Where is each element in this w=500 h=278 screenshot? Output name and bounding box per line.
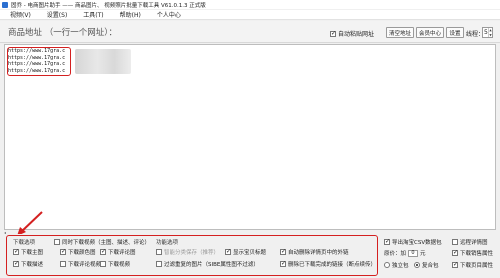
option-label: 下载视频 bbox=[108, 262, 131, 268]
option-label: 远程详情图 bbox=[460, 240, 488, 246]
url-highlight-annotation bbox=[7, 47, 71, 76]
option-label: 下载销售属性 bbox=[460, 251, 494, 257]
download-options-label: 下载选项 bbox=[13, 240, 36, 246]
option-label: 过滤重复的图片（SIBE属性图不过滤） bbox=[164, 262, 259, 268]
option-download-color[interactable]: 下载颜色图 bbox=[60, 248, 96, 256]
option-download-review-video[interactable]: 下载评论视频 bbox=[60, 260, 101, 268]
checkbox-icon[interactable] bbox=[100, 248, 106, 256]
auto-paste-checkbox[interactable]: 自动粘贴网址 bbox=[330, 29, 374, 38]
checkbox-icon[interactable] bbox=[13, 248, 19, 256]
radio-merged-package[interactable]: 复合包 bbox=[414, 261, 439, 269]
checkbox-icon[interactable] bbox=[384, 238, 390, 246]
option-label: 下载评论图 bbox=[108, 250, 136, 256]
price-unit: 元 bbox=[420, 251, 426, 257]
app-logo-icon bbox=[2, 1, 8, 8]
option-filter-duplicates[interactable]: 过滤重复的图片（SIBE属性图不过滤） bbox=[156, 260, 259, 268]
option-download-review-image[interactable]: 下载评论图 bbox=[100, 248, 136, 256]
option-remote-detail[interactable]: 远程详情图 bbox=[452, 238, 488, 246]
checkbox-icon[interactable] bbox=[156, 249, 162, 255]
price-input[interactable]: 0 bbox=[408, 249, 419, 257]
checkbox-icon[interactable] bbox=[330, 30, 336, 38]
url-input-heading: 商品地址 （一行一个网址）： bbox=[8, 28, 117, 38]
settings-button[interactable]: 设置 bbox=[446, 27, 464, 38]
checkbox-icon[interactable] bbox=[280, 248, 286, 256]
price-adjust: 原价：加 0 元 bbox=[384, 249, 426, 257]
option-label: 复合包 bbox=[422, 263, 439, 269]
toolbar: 商品地址 （一行一个网址）： 自动粘贴网址 清空地址 会员中心 设置 线程： 5… bbox=[0, 21, 500, 43]
option-label: 导出淘宝CSV数据包 bbox=[392, 240, 442, 246]
option-label: 下载评论视频 bbox=[68, 262, 102, 268]
option-remove-external-links[interactable]: 自动删除详情页中的外链 bbox=[280, 248, 349, 256]
checkbox-icon[interactable] bbox=[13, 260, 19, 268]
function-options-label: 功能选项 bbox=[156, 240, 179, 246]
option-label: 删除已下载完成的链接（断点续传） bbox=[288, 262, 377, 268]
checkbox-icon[interactable] bbox=[156, 261, 162, 267]
option-download-video[interactable]: 同时下载视频（主图、描述、评论） bbox=[54, 238, 150, 246]
threads-stepper[interactable]: 5 ▲ ▼ bbox=[482, 27, 493, 38]
menu-item-settings[interactable]: 设置(S) bbox=[41, 10, 74, 19]
option-show-title[interactable]: 显示宝贝标题 bbox=[225, 248, 266, 256]
auto-paste-label: 自动粘贴网址 bbox=[338, 31, 375, 38]
checkbox-icon[interactable] bbox=[225, 248, 231, 256]
menu-item-account[interactable]: 个人中心 bbox=[151, 10, 187, 19]
option-download-video-2[interactable]: 下载视频 bbox=[100, 260, 130, 268]
option-delete-finished-links[interactable]: 删除已下载完成的链接（断点续传） bbox=[280, 260, 376, 268]
option-label: 下载页目属性 bbox=[460, 263, 494, 269]
option-smart-save[interactable]: 智能分类保存（推荐） bbox=[156, 248, 219, 256]
checkbox-icon[interactable] bbox=[280, 260, 286, 268]
option-download-item-attributes[interactable]: 下载页目属性 bbox=[452, 261, 493, 269]
option-label: 下载颜色图 bbox=[68, 250, 96, 256]
menu-item-view[interactable]: 视频(V) bbox=[4, 10, 37, 19]
spin-arrows-icon[interactable]: ▲ ▼ bbox=[488, 28, 492, 37]
checkbox-icon[interactable] bbox=[54, 239, 60, 245]
checkbox-icon[interactable] bbox=[452, 261, 458, 269]
url-textarea[interactable]: https://www.17gra.c https://www.17gra.c … bbox=[4, 44, 496, 230]
checkbox-icon[interactable] bbox=[452, 249, 458, 257]
clear-urls-button[interactable]: 清空地址 bbox=[386, 27, 414, 38]
option-sale-attributes[interactable]: 下载销售属性 bbox=[452, 249, 493, 257]
member-center-button[interactable]: 会员中心 bbox=[416, 27, 444, 38]
checkbox-icon[interactable] bbox=[60, 248, 66, 256]
window-title: 固乔 - 电商图片助手 —— 商品图片、 视频照片批量下载工具 V61.0.1.… bbox=[11, 2, 206, 9]
blurred-region bbox=[75, 49, 131, 74]
radio-icon[interactable] bbox=[414, 262, 420, 268]
menu-bar: 视频(V) 设置(S) 工具(T) 帮助(H) 个人中心 bbox=[0, 10, 500, 20]
option-label: 下载描述 bbox=[21, 262, 44, 268]
option-label: 显示宝贝标题 bbox=[233, 250, 267, 256]
checkbox-icon[interactable] bbox=[100, 261, 106, 267]
checkbox-icon[interactable] bbox=[60, 261, 66, 267]
options-panel: 下载选项 下载主图 同时下载视频（主图、描述、评论） 下载颜色图 下载评论图 下… bbox=[0, 234, 500, 278]
option-download-main[interactable]: 下载主图 bbox=[13, 248, 43, 256]
option-label: 智能分类保存（推荐） bbox=[164, 250, 220, 256]
menu-item-tools[interactable]: 工具(T) bbox=[77, 10, 109, 19]
radio-separate-package[interactable]: 独立包 bbox=[384, 261, 409, 269]
option-label: 独立包 bbox=[392, 263, 409, 269]
option-label: 同时下载视频（主图、描述、评论） bbox=[62, 240, 151, 246]
option-download-desc[interactable]: 下载描述 bbox=[13, 260, 43, 268]
option-export-csv[interactable]: 导出淘宝CSV数据包 bbox=[384, 238, 442, 246]
option-label: 自动删除详情页中的外链 bbox=[288, 250, 349, 256]
price-label: 原价：加 bbox=[384, 251, 407, 257]
option-label: 下载主图 bbox=[21, 250, 44, 256]
title-bar: 固乔 - 电商图片助手 —— 商品图片、 视频照片批量下载工具 V61.0.1.… bbox=[0, 0, 500, 9]
checkbox-icon[interactable] bbox=[452, 239, 458, 245]
radio-icon[interactable] bbox=[384, 262, 390, 268]
menu-item-help[interactable]: 帮助(H) bbox=[114, 10, 147, 19]
